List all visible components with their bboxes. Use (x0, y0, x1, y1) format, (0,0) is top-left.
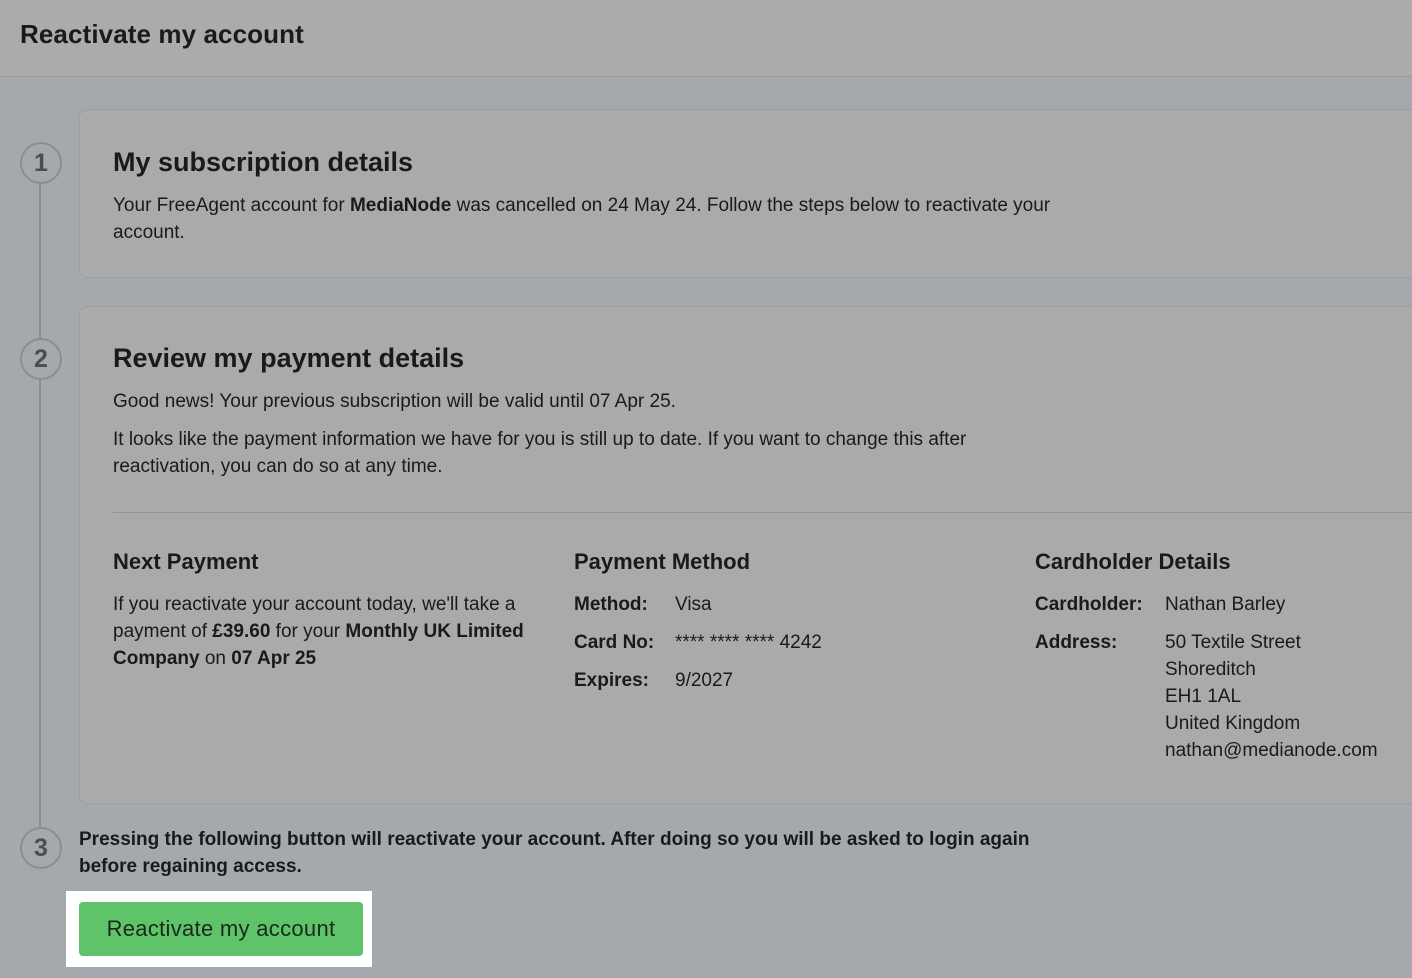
payment-details-card: Review my payment details Good news! You… (79, 306, 1412, 804)
section-divider (113, 512, 1412, 513)
reactivate-instructions: Pressing the following button will react… (79, 829, 1030, 877)
cardholder-name: Nathan Barley (1165, 594, 1286, 615)
next-payment-heading: Next Payment (113, 549, 259, 574)
subscription-details-card: My subscription details Your FreeAgent a… (79, 109, 1412, 278)
subscription-details-title: My subscription details (113, 147, 414, 177)
method-value: Visa (675, 594, 712, 615)
reactivate-button-highlight: Reactivate my account (66, 891, 372, 967)
company-name: MediaNode (349, 195, 452, 216)
address-line-street: 50 Textile Street (1165, 632, 1301, 653)
page-header: Reactivate my account (0, 0, 1412, 77)
cardholder-label: Cardholder: (1035, 594, 1143, 615)
method-label: Method: (574, 594, 648, 615)
next-payment-section: Next Payment If you reactivate your acco… (113, 549, 563, 672)
payment-method-section: Payment Method Method: Visa Card No: ***… (574, 549, 822, 705)
good-news-text: Good news! Your previous subscription wi… (113, 391, 676, 412)
cardholder-heading: Cardholder Details (1035, 549, 1231, 574)
address-value: 50 Textile Street Shoreditch EH1 1AL Uni… (1165, 629, 1378, 764)
step-1-marker: 1 (20, 142, 62, 184)
next-payment-text-2: for your (270, 621, 346, 642)
next-payment-text-3: on (199, 648, 232, 669)
address-line-area: Shoreditch (1165, 659, 1256, 680)
page-title: Reactivate my account (20, 19, 304, 49)
card-number-label: Card No: (574, 632, 655, 653)
subscription-text-start: Your FreeAgent account for (113, 195, 350, 216)
next-payment-text: If you reactivate your account today, we… (113, 591, 563, 672)
payment-info-text: It looks like the payment information we… (113, 429, 967, 477)
reactivate-account-button[interactable]: Reactivate my account (79, 902, 363, 956)
step-3-marker: 3 (20, 827, 62, 869)
cardholder-section: Cardholder Details Cardholder: Nathan Ba… (1035, 549, 1378, 775)
address-line-email: nathan@medianode.com (1165, 740, 1378, 761)
step-2-marker: 2 (20, 338, 62, 380)
address-line-postcode: EH1 1AL (1165, 686, 1242, 707)
payment-amount: £39.60 (212, 621, 271, 642)
address-row: Address: 50 Textile Street Shoreditch EH… (1035, 629, 1378, 764)
expires-row: Expires: 9/2027 (574, 667, 822, 694)
method-row: Method: Visa (574, 591, 822, 618)
payment-details-title: Review my payment details (113, 343, 465, 373)
payment-date: 07 Apr 25 (231, 648, 317, 669)
expires-value: 9/2027 (675, 670, 734, 691)
card-number-value: **** **** **** 4242 (675, 632, 822, 653)
card-number-row: Card No: **** **** **** 4242 (574, 629, 822, 656)
expires-label: Expires: (574, 670, 649, 691)
subscription-details-text: Your FreeAgent account for MediaNode was… (113, 192, 1123, 246)
payment-method-heading: Payment Method (574, 549, 751, 574)
cardholder-row: Cardholder: Nathan Barley (1035, 591, 1378, 618)
address-label: Address: (1035, 632, 1118, 653)
steps-timeline-line (39, 184, 41, 829)
address-line-country: United Kingdom (1165, 713, 1301, 734)
